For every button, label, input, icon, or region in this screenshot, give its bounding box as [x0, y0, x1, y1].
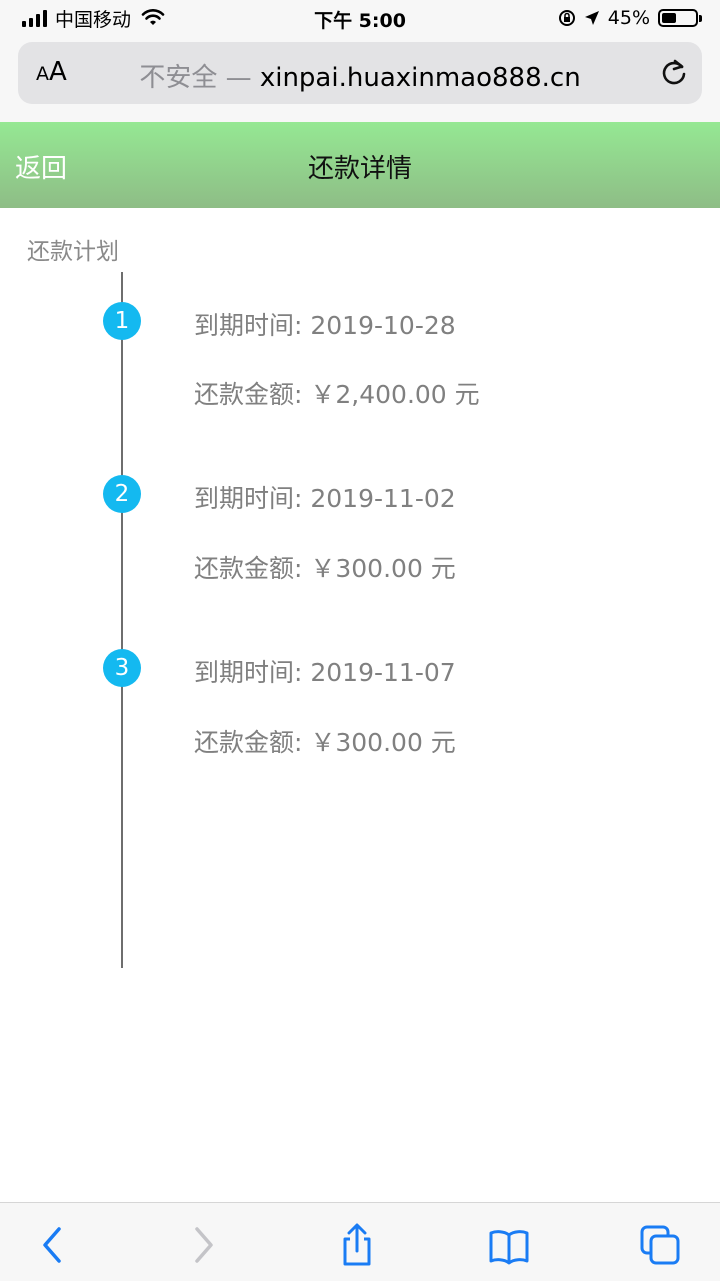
tabs-icon[interactable] [638, 1223, 682, 1267]
url-domain: xinpai.huaxinmao888.cn [259, 63, 581, 93]
status-bar: 中国移动 下午 5:00 45% [0, 0, 720, 36]
due-date-text: 到期时间: 2019-11-07 [194, 658, 456, 687]
battery-icon [658, 9, 702, 27]
app-header: 返回 还款详情 [0, 122, 720, 208]
step-badge: 1 [103, 302, 141, 340]
status-right: 45% [558, 6, 702, 30]
insecure-label: 不安全 — [139, 63, 252, 93]
section-label: 还款计划 [27, 239, 119, 265]
battery-level [662, 13, 676, 23]
browser-address-area: AA 不安全 — xinpai.huaxinmao888.cn [0, 36, 720, 122]
step-badge: 3 [103, 649, 141, 687]
amount-text: 还款金额: ￥300.00 元 [194, 728, 456, 757]
amount-text: 还款金额: ￥2,400.00 元 [194, 380, 480, 409]
browser-toolbar [0, 1202, 720, 1281]
address-bar[interactable]: AA 不安全 — xinpai.huaxinmao888.cn [18, 42, 702, 104]
back-arrow-icon[interactable] [31, 1223, 75, 1267]
timeline-line [121, 272, 123, 968]
bookmarks-icon[interactable] [487, 1223, 531, 1267]
location-icon [584, 11, 599, 25]
due-date-text: 到期时间: 2019-10-28 [194, 311, 456, 340]
reload-icon[interactable] [660, 57, 688, 87]
battery-percent: 45% [607, 7, 650, 29]
rotation-lock-icon [558, 10, 575, 26]
due-date-text: 到期时间: 2019-11-02 [194, 484, 456, 513]
step-badge: 2 [103, 475, 141, 513]
page-title: 还款详情 [307, 154, 412, 184]
amount-text: 还款金额: ￥300.00 元 [194, 554, 456, 583]
forward-arrow-icon[interactable] [181, 1223, 225, 1267]
url-display[interactable]: 不安全 — xinpai.huaxinmao888.cn [18, 57, 702, 94]
share-icon[interactable] [335, 1223, 379, 1267]
